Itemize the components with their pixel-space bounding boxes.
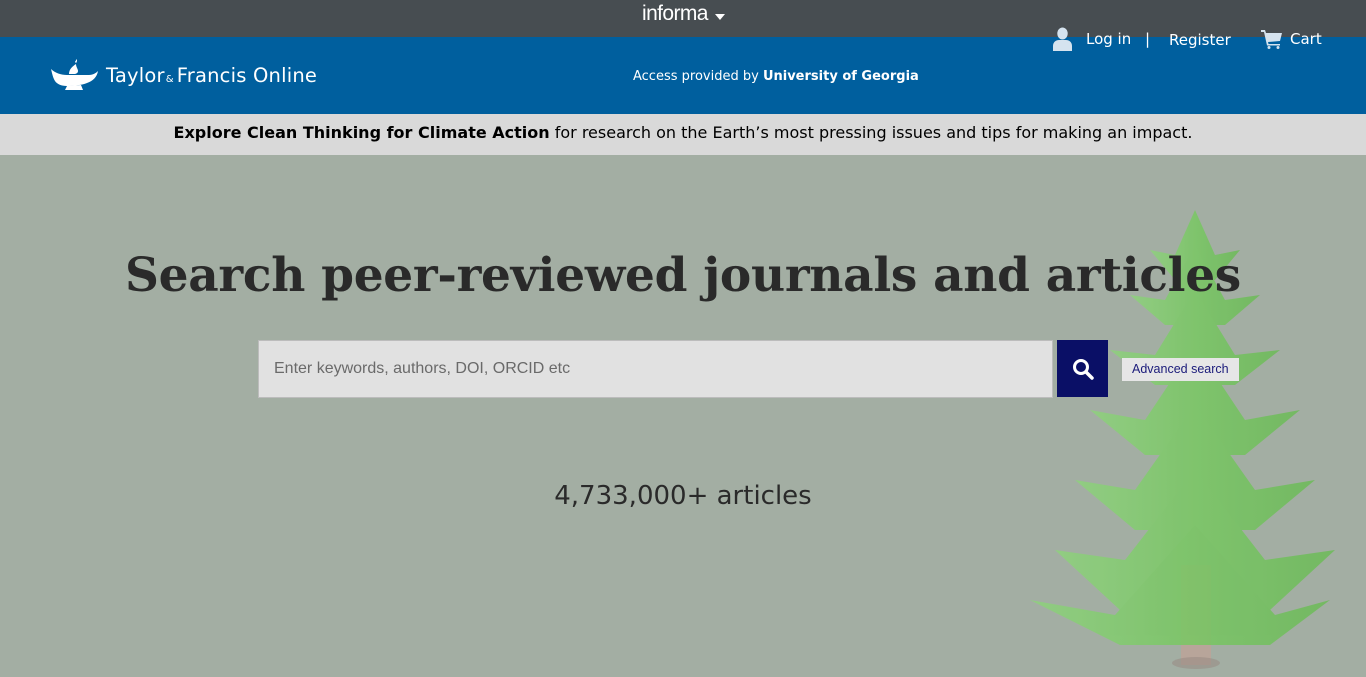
- informa-brand-text: informa: [642, 2, 708, 25]
- institution-name: University of Georgia: [762, 69, 919, 84]
- access-prefix: Access provided by: [633, 69, 759, 84]
- search-icon: [1072, 358, 1094, 380]
- logo-word-francis-online: Francis Online: [176, 63, 318, 87]
- article-count: 4,733,000+ articles: [554, 481, 812, 511]
- logo-ampersand: &: [165, 73, 174, 85]
- search-input[interactable]: [258, 340, 1053, 398]
- hero-headline: Search peer-reviewed journals and articl…: [125, 248, 1241, 303]
- user-icon: [1053, 27, 1072, 51]
- header-divider: |: [1145, 30, 1151, 48]
- cart-label: Cart: [1290, 30, 1322, 48]
- hero-section: Search peer-reviewed journals and articl…: [0, 155, 1366, 677]
- chevron-down-icon: [714, 14, 725, 20]
- lamp-logo-icon: [51, 59, 98, 90]
- promo-link[interactable]: Explore Clean Thinking for Climate Actio…: [174, 123, 550, 142]
- taylor-francis-logo[interactable]: Taylor & Francis Online: [49, 59, 317, 91]
- cart-icon: [1261, 30, 1282, 49]
- site-header: Taylor & Francis Online Access provided …: [0, 37, 1366, 114]
- logo-wordmark: Taylor & Francis Online: [106, 64, 317, 87]
- promo-text: for research on the Earth’s most pressin…: [549, 123, 1193, 142]
- cart-link[interactable]: Cart: [1261, 29, 1322, 49]
- promo-banner: Explore Clean Thinking for Climate Actio…: [0, 114, 1366, 155]
- login-link[interactable]: Log in: [1053, 27, 1131, 51]
- institution-access: Access provided by University of Georgia: [633, 69, 919, 84]
- advanced-search-link[interactable]: Advanced search: [1122, 358, 1239, 381]
- register-link[interactable]: Register: [1169, 31, 1231, 49]
- informa-menu[interactable]: informa: [642, 2, 725, 26]
- search-button[interactable]: [1057, 340, 1108, 397]
- login-label: Log in: [1086, 30, 1132, 48]
- informa-bar: informa: [0, 0, 1366, 37]
- logo-word-taylor: Taylor: [106, 63, 165, 87]
